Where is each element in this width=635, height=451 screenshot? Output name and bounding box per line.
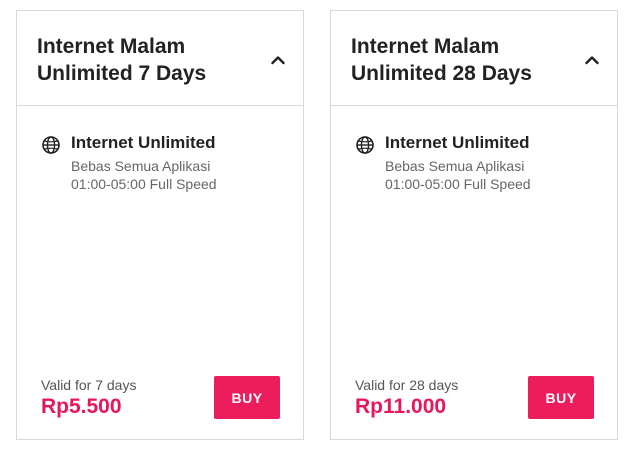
package-card: Internet Malam Unlimited 28 Days Interne… xyxy=(330,10,618,440)
feature-title: Internet Unlimited xyxy=(71,133,216,152)
card-header[interactable]: Internet Malam Unlimited 7 Days xyxy=(17,11,303,106)
feature-desc-line: 01:00-05:00 Full Speed xyxy=(71,176,217,192)
card-header[interactable]: Internet Malam Unlimited 28 Days xyxy=(331,11,617,106)
package-card: Internet Malam Unlimited 7 Days Internet… xyxy=(16,10,304,440)
feature-title: Internet Unlimited xyxy=(385,133,530,152)
chevron-up-icon[interactable] xyxy=(581,49,603,71)
package-title: Internet Malam Unlimited 7 Days xyxy=(37,35,207,85)
feature-desc-line: Bebas Semua Aplikasi xyxy=(385,158,525,174)
buy-button[interactable]: BUY xyxy=(214,376,280,419)
price-text: Rp11.000 xyxy=(355,395,447,418)
package-title: Internet Malam Unlimited 28 Days xyxy=(351,35,532,85)
validity-text: Valid for 28 days xyxy=(355,377,459,393)
feature-description: Bebas Semua Aplikasi 01:00-05:00 Full Sp… xyxy=(385,157,531,193)
feature-desc-line: 01:00-05:00 Full Speed xyxy=(385,176,531,192)
feature-description: Bebas Semua Aplikasi 01:00-05:00 Full Sp… xyxy=(71,157,217,193)
feature-desc-line: Bebas Semua Aplikasi xyxy=(71,158,211,174)
buy-button[interactable]: BUY xyxy=(528,376,594,419)
price-text: Rp5.500 xyxy=(41,395,122,418)
chevron-up-icon[interactable] xyxy=(267,49,289,71)
globe-icon xyxy=(41,135,61,155)
validity-text: Valid for 7 days xyxy=(41,377,137,393)
globe-icon xyxy=(355,135,375,155)
